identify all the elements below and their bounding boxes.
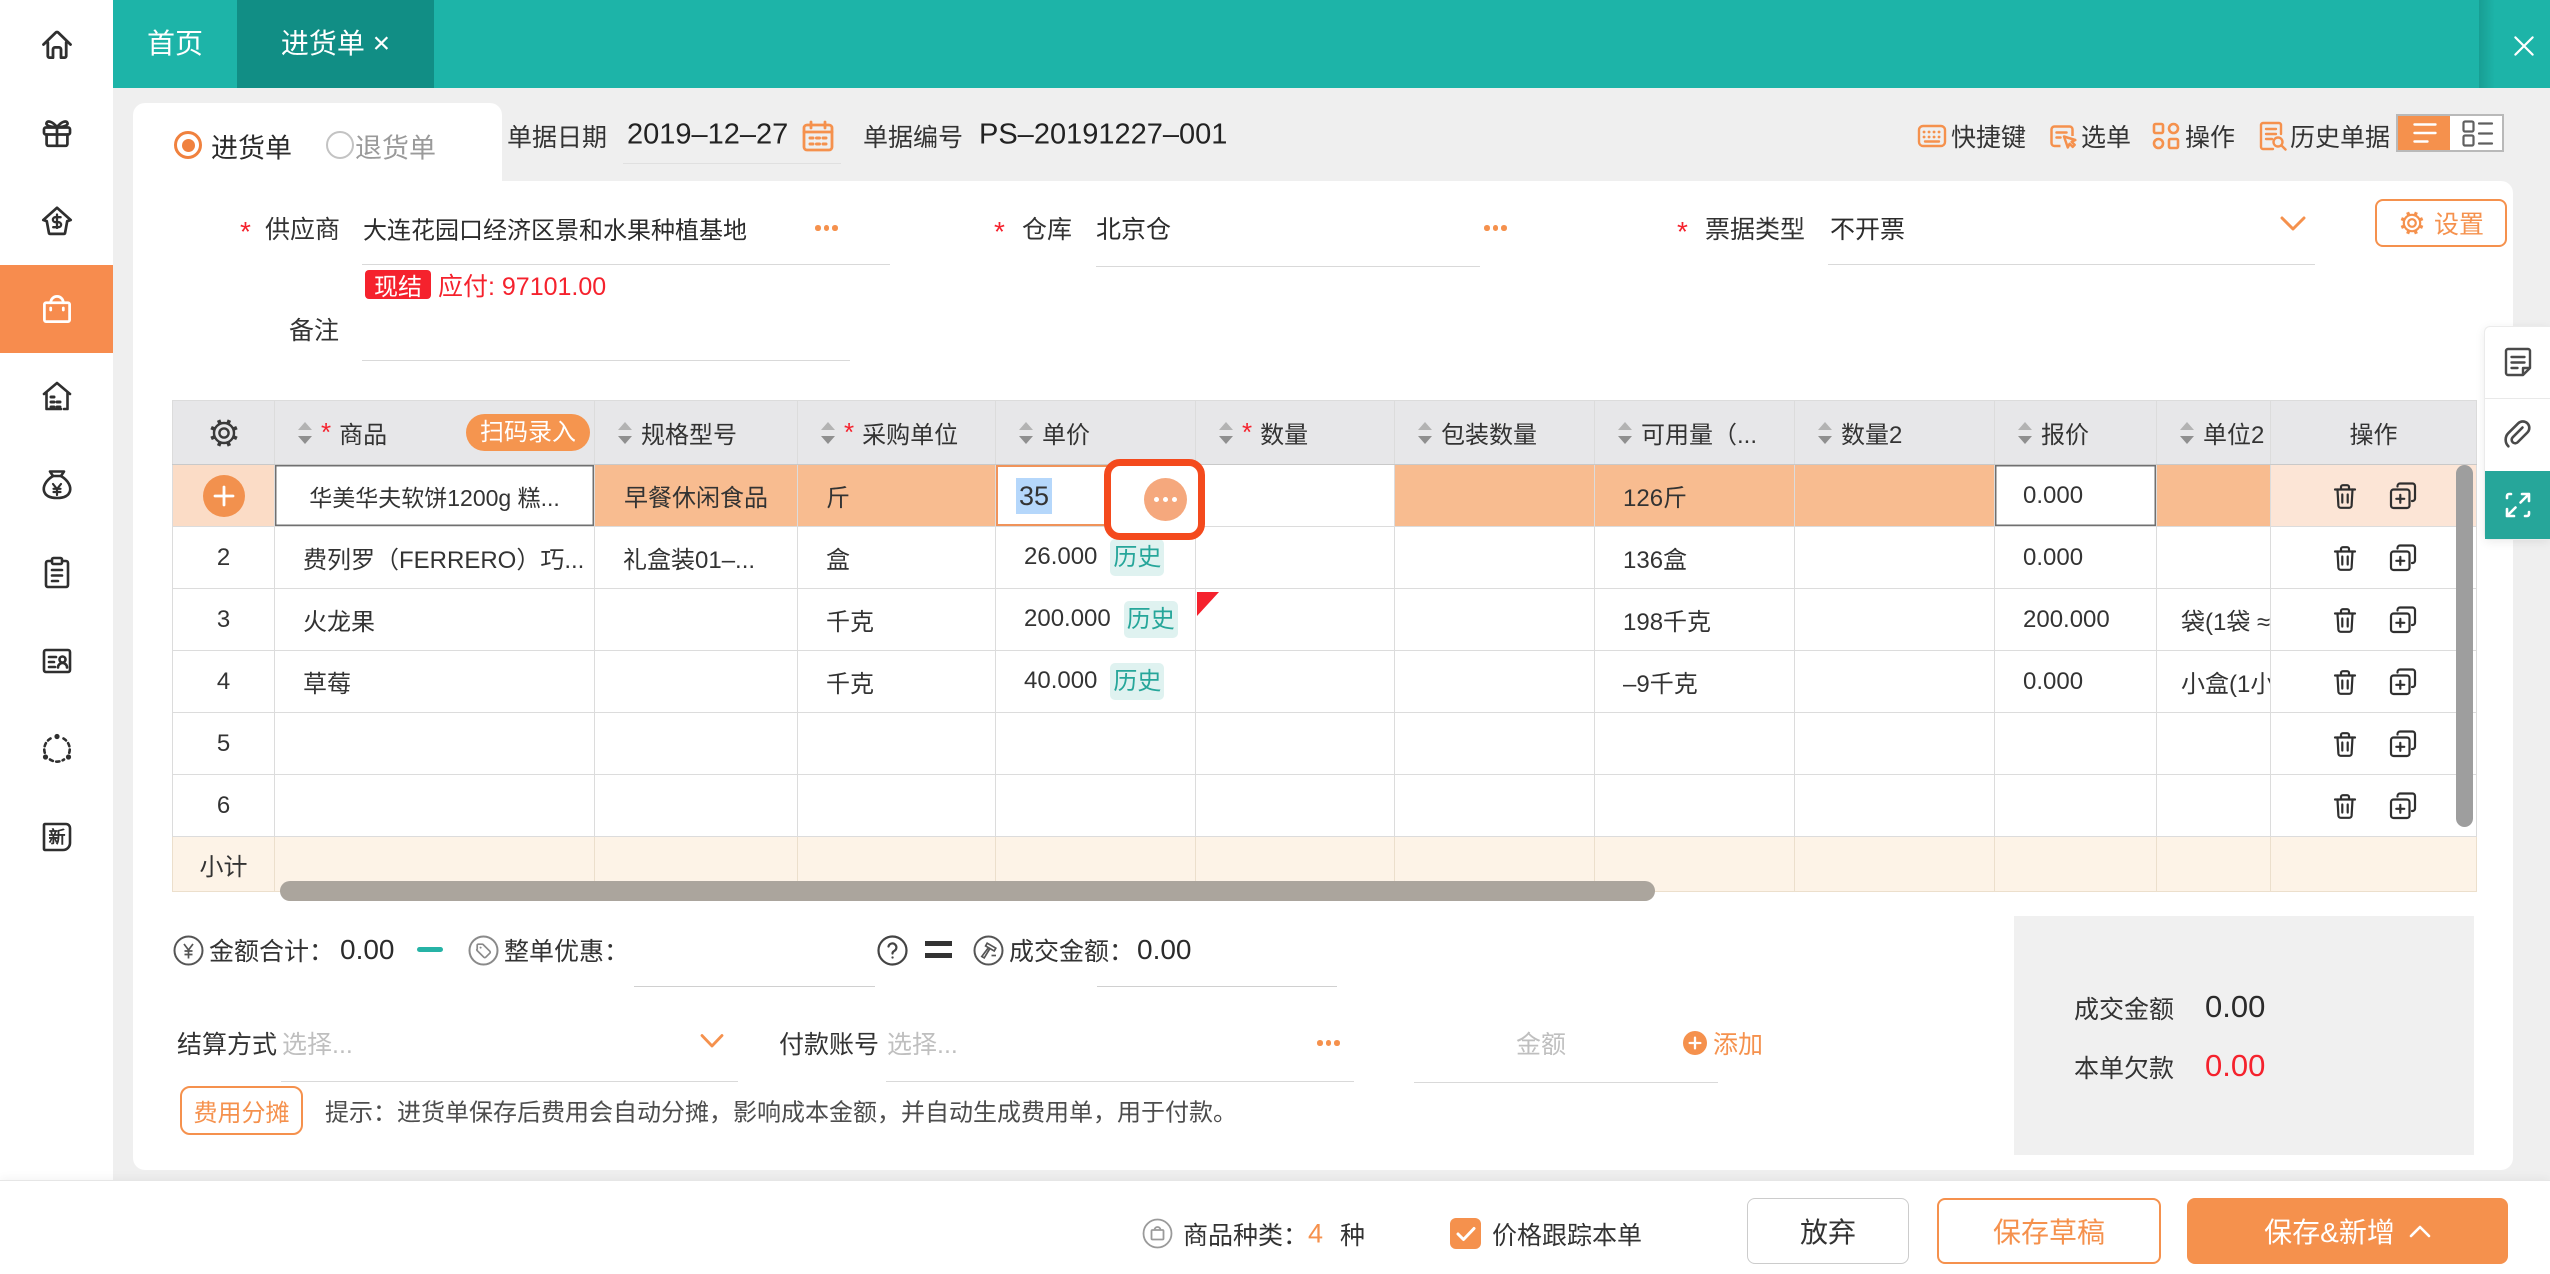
svg-text:新: 新 [48, 827, 65, 847]
